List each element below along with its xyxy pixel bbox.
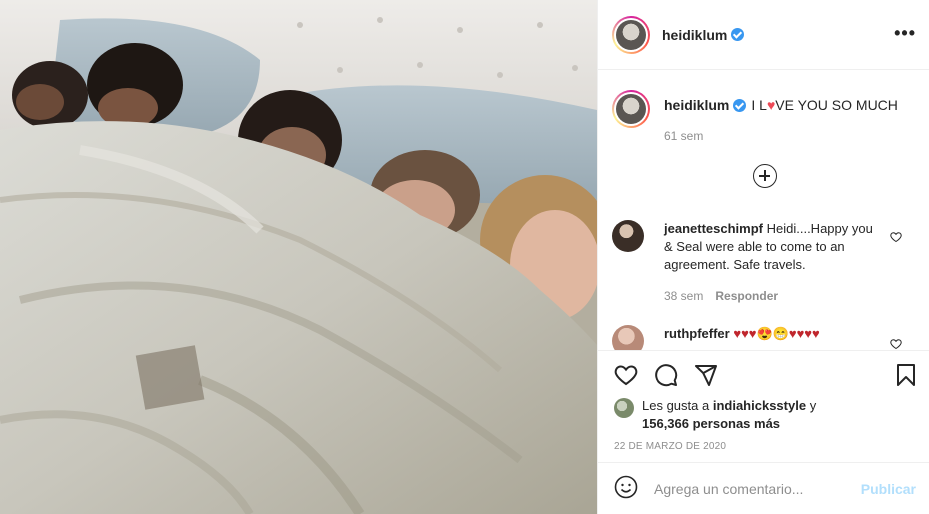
likes-text: Les gusta a indiahicksstyle y 156,366 pe… [642,397,842,433]
load-more-comments-icon[interactable] [753,164,777,188]
post-photo[interactable] [0,0,597,514]
comment-username[interactable]: jeanetteschimpf [664,221,763,236]
author-username[interactable]: heidiklum [662,27,727,43]
photo-image [0,0,597,514]
caption-author-avatar-inner [614,92,648,126]
more-horizontal-icon[interactable]: ••• [894,24,916,42]
comment-item: ruthpfeffer ♥♥♥😍😁♥♥♥♥ [612,325,916,350]
author-avatar[interactable] [612,15,650,54]
liker-avatar[interactable] [614,398,634,418]
caption-username[interactable]: heidiklum [664,97,729,113]
share-send-icon[interactable] [694,363,718,390]
post-details-panel: heidiklum ••• heidiklum I L♥VE YOU SO MU… [597,0,929,514]
comment-bubble-icon[interactable] [654,363,678,390]
post-caption: heidiklum I L♥VE YOU SO MUCH 61 sem [612,90,898,143]
author-avatar-image [616,19,646,50]
likes-summary: Les gusta a indiahicksstyle y 156,366 pe… [614,398,842,433]
comment-item: jeanetteschimpf Heidi....Happy you & Sea… [612,220,916,305]
comment-meta: 38 sem Responder [664,287,884,305]
add-comment-bar: Publicar [598,462,929,514]
caption-text: I L♥VE YOU SO MUCH [751,97,898,113]
heart-emoji-icon: ♥ [766,97,776,113]
post-header: heidiklum ••• [598,0,929,70]
caption-author-avatar-image [616,94,646,124]
comment-text: ♥♥♥😍😁♥♥♥♥ [733,326,820,341]
caption-time: 61 sem [664,129,704,143]
save-bookmark-icon[interactable] [894,363,918,390]
post-actions: Les gusta a indiahicksstyle y 156,366 pe… [598,350,929,462]
comments-list[interactable]: heidiklum I L♥VE YOU SO MUCH 61 sem jean… [598,70,929,350]
post-date[interactable]: 22 DE MARZO DE 2020 [614,441,726,452]
caption-text-after-heart: VE YOU SO MUCH [775,97,898,113]
verified-badge-icon [731,28,745,41]
comment-body: ruthpfeffer ♥♥♥😍😁♥♥♥♥ [664,325,884,350]
publish-button[interactable]: Publicar [861,481,916,497]
comment-avatar[interactable] [612,325,644,350]
likes-conjunction: y [809,398,817,413]
caption-author-avatar[interactable] [612,90,650,128]
comment-avatar[interactable] [612,220,644,252]
like-heart-icon[interactable] [614,363,638,390]
reply-button[interactable]: Responder [715,287,778,305]
author-avatar-inner [614,17,648,52]
caption-verified-badge-icon [733,98,747,112]
likes-prefix: Les gusta a [642,398,710,413]
liker-username[interactable]: indiahicksstyle [713,398,806,413]
caption-text-block: heidiklum I L♥VE YOU SO MUCH 61 sem [664,90,898,143]
comment-input[interactable] [654,480,854,497]
comment-username[interactable]: ruthpfeffer [664,326,730,341]
emoji-smiley-icon[interactable] [614,475,638,502]
likes-count[interactable]: 156,366 personas más [642,416,780,431]
caption-text-before-heart: I L [751,97,767,113]
comment-time: 38 sem [664,289,704,303]
caption-line: heidiklum I L♥VE YOU SO MUCH [664,97,898,113]
like-comment-heart-icon[interactable] [890,337,902,350]
like-comment-heart-icon[interactable] [890,230,902,246]
comment-body: jeanetteschimpf Heidi....Happy you & Sea… [664,220,884,305]
